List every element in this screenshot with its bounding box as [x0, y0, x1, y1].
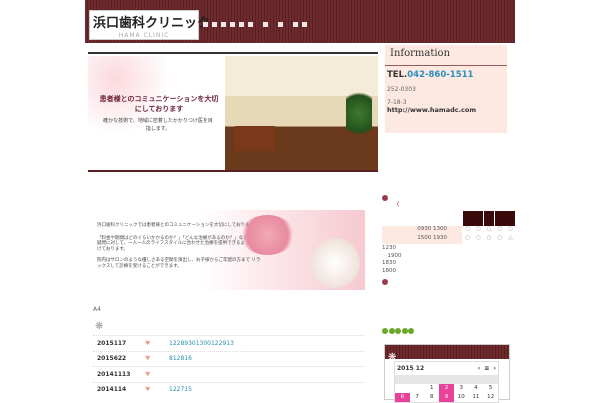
nav-item[interactable]	[278, 22, 283, 27]
hours-mark: ○	[465, 235, 471, 241]
news-date: 2014114	[97, 386, 127, 394]
tooth-icon: ♥	[145, 370, 151, 378]
zip-code: 252-0303	[387, 86, 416, 93]
tooth-icon: ♥	[145, 339, 151, 347]
nav-item[interactable]	[293, 22, 298, 27]
hours-mark: ○	[497, 226, 503, 232]
news-link[interactable]: 812816	[169, 355, 192, 362]
section-label: A4	[93, 306, 101, 313]
prev-month-button[interactable]: ‹	[478, 365, 480, 372]
tooth-icon: ♥	[145, 355, 151, 363]
news-date: 2015622	[97, 355, 127, 363]
news-row[interactable]: 2014114 ♥ 122715	[93, 381, 365, 398]
hero-banner: 患者様とのコミュニケーションを大切にしております 確かな技術で、地域に密着したか…	[88, 52, 378, 172]
hours-mark: ○	[465, 226, 471, 232]
calendar-month: 2015 12	[397, 365, 425, 372]
schedule-note: 1900	[382, 252, 402, 259]
intro-box: 浜口歯科クリニックでは患者様とのコミュニケーションを大切にしております。 「料金…	[93, 210, 365, 290]
global-nav	[203, 22, 307, 27]
nav-item[interactable]	[203, 22, 208, 27]
calendar-day[interactable]: 6	[395, 393, 410, 402]
news-link[interactable]: 12289301300122913	[169, 340, 234, 347]
news-row[interactable]: 20141113 ♥	[93, 366, 365, 382]
calendar-day[interactable]: 2	[439, 384, 454, 393]
clinic-logo[interactable]: 浜口歯科クリニック HAMA CLINIC	[89, 10, 211, 40]
flower-icon: ❋	[95, 321, 104, 332]
hours-time: 0930 1300	[382, 226, 462, 235]
tel-line: TEL.042-860-1511	[385, 66, 507, 80]
hours-mark: ○	[486, 226, 492, 232]
nav-item[interactable]	[248, 22, 253, 27]
calendar-day[interactable]: 7	[410, 393, 425, 402]
calendar-day[interactable]: 4	[469, 384, 484, 393]
logo-subtext: HAMA CLINIC	[118, 32, 170, 39]
hours-mark: ○	[497, 235, 503, 241]
leaf-icons	[382, 328, 415, 334]
intro-p3: 院内はサロンのような優しさある空間を演出し、お子様からご年配の方まで リラックス…	[97, 258, 261, 269]
rose-image	[310, 238, 360, 288]
calendar-day[interactable]: 1	[424, 384, 439, 393]
news-link[interactable]: 122715	[169, 386, 192, 393]
website-link[interactable]: http://www.hamadc.com	[385, 106, 507, 114]
calendar-day[interactable]: 9	[439, 393, 454, 402]
hours-mark: △	[508, 235, 513, 241]
address: 7-18-3	[387, 99, 407, 106]
news-date: 2015117	[97, 339, 127, 347]
next-month-button[interactable]: ›	[494, 365, 496, 372]
nav-item[interactable]	[263, 22, 268, 27]
logo-text: 浜口歯科クリニック	[93, 16, 211, 31]
calendar-day[interactable]: 3	[454, 384, 469, 393]
hours-mark: ○	[475, 235, 481, 241]
banner-headline: 患者様とのコミュニケーションを大切にしております	[99, 95, 219, 113]
calendar-day[interactable]: 11	[469, 393, 484, 402]
calendar-day	[395, 384, 410, 393]
hours-mark: ○	[508, 226, 513, 232]
news-row[interactable]: 2015117 ♥ 12289301300122913	[93, 335, 365, 351]
hours-mark: ○	[486, 235, 492, 241]
nav-item[interactable]	[212, 22, 217, 27]
clinic-interior-photo	[225, 56, 378, 170]
tel-label: TEL.	[387, 70, 408, 80]
calendar-menu-button[interactable]: ≡	[484, 365, 489, 372]
hours-table: 0930 1300 ○ ○ ○ ○ ○ 1500 1930 ○ ○ ○ ○ △	[382, 211, 516, 244]
news-date: 20141113	[97, 370, 131, 378]
schedule-notes: 1230 1900 1830 1800	[382, 245, 512, 275]
calendar-widget: ❋ 2015 12 ‹ ≡ › 1 2 3 4 5 6 7 8 9 10 11 12	[384, 344, 510, 403]
calendar-day[interactable]: 5	[483, 384, 498, 393]
site-header: 浜口歯科クリニック HAMA CLINIC	[85, 0, 515, 43]
nav-item[interactable]	[302, 22, 307, 27]
nav-item[interactable]	[239, 22, 244, 27]
schedule: ( 0930 1300 ○ ○ ○ ○ ○ 1500 1930 ○ ○ ○ ○ △ 1230 1900…	[382, 195, 516, 285]
flower-bullet-icon	[382, 195, 388, 201]
schedule-mark: (	[397, 201, 400, 208]
schedule-note: 1230	[382, 245, 396, 251]
tel-number[interactable]: 042-860-1511	[407, 70, 473, 80]
tooth-icon: ♥	[145, 386, 151, 394]
calendar-day[interactable]: 8	[424, 393, 439, 402]
intro-p2: 「料金や期間はどのぐらいかかるのか？」「どんな治療があるのか？」など様々な疑問に…	[97, 235, 262, 252]
nav-item[interactable]	[230, 22, 235, 27]
hours-mark: ○	[475, 226, 481, 232]
schedule-note: 1800	[382, 267, 396, 274]
intro-p1: 浜口歯科クリニックでは患者様とのコミュニケーションを大切にしております。	[97, 223, 259, 228]
calendar-header: ❋	[385, 345, 509, 363]
banner-subtext: 確かな技術で、地域に密着したかかりつけ医を目指します。	[103, 118, 213, 132]
schedule-note: 1830	[382, 260, 396, 266]
calendar-grid: 1 2 3 4 5 6 7 8 9 10 11 12	[395, 384, 498, 402]
calendar-day[interactable]: 10	[454, 393, 469, 402]
info-box: Information TEL.042-860-1511 252-0303 7-…	[385, 45, 507, 133]
news-list: 2015117 ♥ 12289301300122913 2015622 ♥ 812816 2…	[93, 335, 365, 397]
calendar-day	[410, 384, 425, 393]
flower-bullet-icon	[382, 279, 388, 285]
hours-time: 1500 1930	[382, 235, 462, 244]
nav-item[interactable]	[221, 22, 226, 27]
calendar-day[interactable]: 12	[483, 393, 498, 402]
info-title: Information	[385, 45, 507, 66]
news-row[interactable]: 2015622 ♥ 812816	[93, 350, 365, 367]
